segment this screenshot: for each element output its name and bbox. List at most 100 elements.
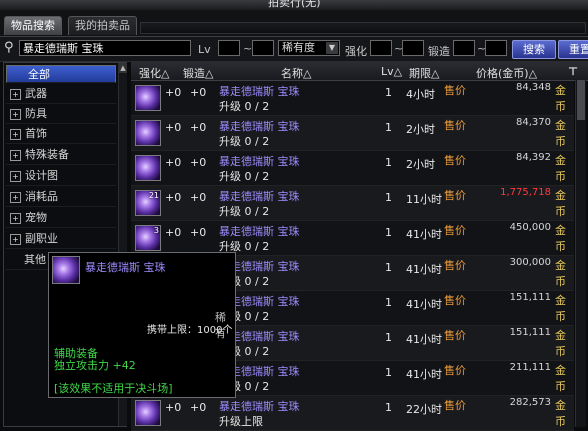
listing-row[interactable]: +0 +0 暴走德瑞斯 宝珠 升级 0 / 2 1 2小时 售价 84,370 … — [131, 116, 574, 151]
orb-icon[interactable] — [135, 120, 161, 146]
orb-icon[interactable]: 3 — [135, 225, 161, 251]
tooltip-note: [该效果不适用于决斗场] — [54, 382, 173, 395]
category-sub-job[interactable]: + 副职业 — [6, 230, 116, 249]
filter-icon[interactable]: ⊤ — [568, 65, 578, 78]
tab-my-listings[interactable]: 我的拍卖品 — [68, 16, 137, 35]
plus-icon[interactable]: + — [10, 191, 21, 203]
orb-icon[interactable] — [135, 155, 161, 181]
item-name: 暴走德瑞斯 宝珠 — [219, 225, 300, 238]
price: 300,000 — [509, 257, 551, 268]
time-left: 41小时 — [406, 263, 442, 276]
column-lv[interactable]: Lv△ — [381, 65, 402, 78]
search-icon: ⚲ — [4, 40, 14, 55]
category-label: 首饰 — [25, 127, 47, 140]
category-weapon[interactable]: + 武器 — [6, 85, 116, 104]
category-armor[interactable]: + 防具 — [6, 105, 116, 124]
chevron-down-icon[interactable]: ▼ — [326, 42, 338, 54]
lv-min-input[interactable] — [218, 40, 240, 56]
currency: 金币 — [555, 364, 566, 393]
refine-min-input[interactable] — [453, 40, 475, 56]
item-level: 1 — [385, 156, 392, 169]
price: 84,370 — [516, 117, 551, 128]
plus-icon[interactable]: + — [10, 149, 21, 161]
plus-icon[interactable]: + — [10, 212, 21, 224]
tab-item-search[interactable]: 物品搜索 — [4, 16, 62, 35]
time-left: 2小时 — [406, 158, 435, 171]
currency: 金币 — [555, 259, 566, 288]
column-price[interactable]: 价格(金币)△ — [476, 65, 537, 81]
refine-value: +0 — [190, 401, 207, 414]
category-blueprint[interactable]: + 设计图 — [6, 167, 116, 186]
category-all[interactable]: 全部 — [6, 65, 116, 83]
listing-row[interactable]: +0 +0 暴走德瑞斯 宝珠 升级 0 / 2 1 4小时 售价 84,348 … — [131, 81, 574, 116]
listing-row[interactable]: +0 +0 暴走德瑞斯 宝珠 升级上限 1 22小时 售价 282,573 金币 — [131, 396, 574, 431]
plus-icon[interactable]: + — [10, 108, 21, 120]
lv-max-input[interactable] — [252, 40, 274, 56]
sale-type: 售价 — [444, 154, 466, 167]
sale-type: 售价 — [444, 294, 466, 307]
tab-bar: 物品搜索 我的拍卖品 — [0, 10, 588, 37]
orb-icon[interactable] — [135, 85, 161, 111]
price: 84,392 — [516, 152, 551, 163]
rarity-select-value: 稀有度 — [282, 41, 315, 54]
scroll-up-icon[interactable]: ▲ — [119, 63, 127, 73]
column-name[interactable]: 名称△ — [281, 65, 311, 81]
enhance-min-input[interactable] — [370, 40, 392, 56]
reset-button[interactable]: 重置 — [558, 40, 588, 59]
currency: 金币 — [555, 224, 566, 253]
listing-scrollbar[interactable] — [575, 80, 586, 427]
plus-icon[interactable]: + — [10, 88, 21, 100]
plus-icon[interactable]: + — [10, 128, 21, 140]
enhance-value: +0 — [165, 401, 182, 414]
price: 450,000 — [509, 222, 551, 233]
rarity-select[interactable]: 稀有度 ▼ — [278, 40, 340, 56]
listing-row[interactable]: 3 +0 +0 暴走德瑞斯 宝珠 升级 0 / 2 1 41小时 售价 450,… — [131, 221, 574, 256]
enhance-max-input[interactable] — [402, 40, 424, 56]
price: 151,111 — [509, 292, 551, 303]
refine-label: 锻造 — [428, 45, 450, 58]
price: 84,348 — [516, 82, 551, 93]
upgrade-status: 升级 0 / 2 — [219, 170, 270, 183]
item-level: 1 — [385, 226, 392, 239]
sale-type: 售价 — [444, 224, 466, 237]
search-input[interactable]: 暴走德瑞斯 宝珠 — [19, 40, 191, 56]
item-level: 1 — [385, 261, 392, 274]
orb-icon[interactable] — [135, 400, 161, 426]
item-name: 暴走德瑞斯 宝珠 — [219, 400, 300, 413]
time-left: 4小时 — [406, 88, 435, 101]
currency: 金币 — [555, 399, 566, 428]
price: 211,111 — [509, 362, 551, 373]
plus-icon[interactable]: + — [10, 233, 21, 245]
category-special-equipment[interactable]: + 特殊装备 — [6, 146, 116, 165]
category-consumable[interactable]: + 消耗品 — [6, 188, 116, 207]
price: 282,573 — [509, 397, 551, 408]
orb-icon[interactable]: 21 — [135, 190, 161, 216]
listing-row[interactable]: 21 +0 +0 暴走德瑞斯 宝珠 升级 0 / 2 1 11小时 售价 1,7… — [131, 186, 574, 221]
item-level: 1 — [385, 401, 392, 414]
category-label: 全部 — [28, 68, 50, 81]
listing-row[interactable]: +0 +0 暴走德瑞斯 宝珠 升级 0 / 2 1 2小时 售价 84,392 … — [131, 151, 574, 186]
item-level: 1 — [385, 121, 392, 134]
column-period[interactable]: 期限△ — [409, 65, 439, 81]
scrollbar-thumb[interactable] — [577, 80, 585, 120]
orb-icon — [52, 256, 80, 284]
search-button[interactable]: 搜索 — [512, 40, 556, 59]
refine-max-input[interactable] — [485, 40, 507, 56]
enhance-value: +0 — [165, 86, 182, 99]
column-enhance[interactable]: 强化△ — [139, 65, 169, 81]
time-left: 41小时 — [406, 368, 442, 381]
time-left: 41小时 — [406, 333, 442, 346]
category-label: 副职业 — [25, 232, 58, 245]
enhance-value: +0 — [165, 121, 182, 134]
sale-type: 售价 — [444, 399, 466, 412]
time-left: 22小时 — [406, 403, 442, 416]
sale-type: 售价 — [444, 84, 466, 97]
plus-icon[interactable]: + — [10, 170, 21, 182]
time-left: 41小时 — [406, 298, 442, 311]
category-pet[interactable]: + 宠物 — [6, 209, 116, 228]
item-name: 暴走德瑞斯 宝珠 — [219, 155, 300, 168]
currency: 金币 — [555, 329, 566, 358]
time-left: 11小时 — [406, 193, 442, 206]
column-refine[interactable]: 锻造△ — [183, 65, 213, 81]
category-jewelry[interactable]: + 首饰 — [6, 125, 116, 144]
